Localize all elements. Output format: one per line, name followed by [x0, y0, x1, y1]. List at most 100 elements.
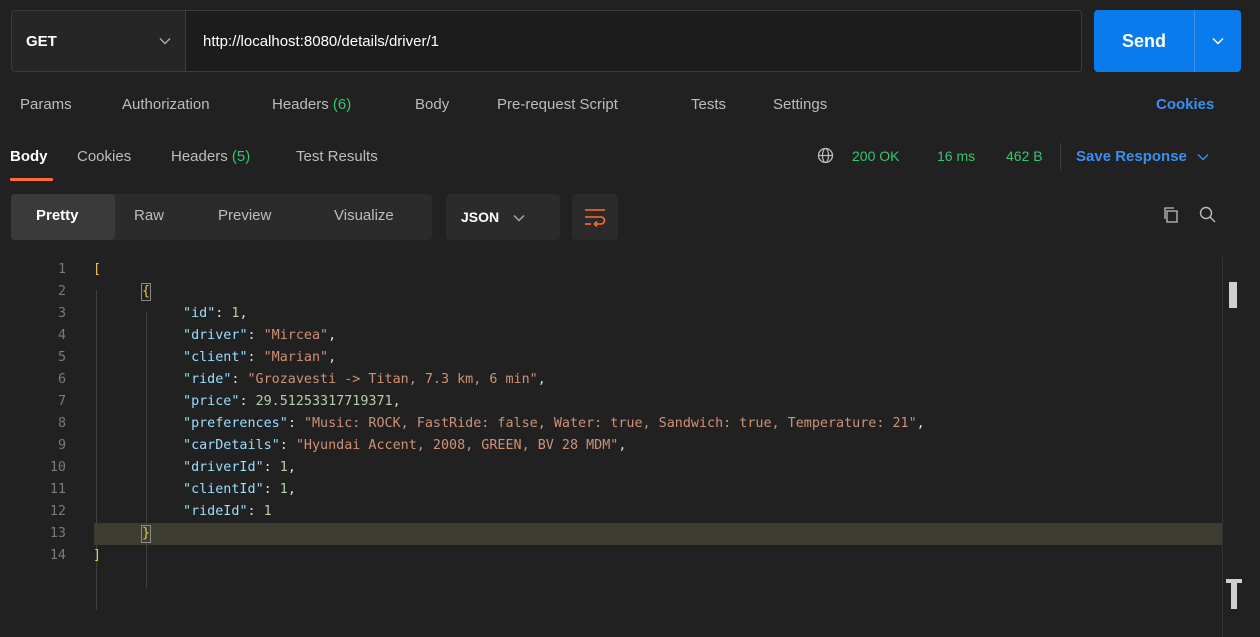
json-key: preferences — [191, 416, 280, 431]
tab-settings[interactable]: Settings — [773, 96, 827, 113]
response-body-editor[interactable]: 1[2{3 "id": 1, 4 "driver": "Mircea", 5 "clien… — [0, 257, 1260, 637]
tab-authorization[interactable]: Authorization — [122, 96, 210, 113]
line-number: 7 — [57, 394, 66, 409]
line-number: 8 — [57, 416, 66, 431]
text-cursor-icon — [1226, 579, 1242, 609]
json-value: "Mircea" — [263, 328, 329, 343]
line-number: 10 — [49, 460, 66, 475]
json-separator: , — [392, 394, 401, 409]
json-key: driverId — [191, 460, 256, 475]
code-text: [ — [93, 262, 102, 277]
line-number: 14 — [49, 548, 66, 563]
json-quote: " — [183, 438, 192, 453]
code-line: 3 "id": 1, — [0, 303, 1222, 325]
code-text: "driver": "Mircea", — [183, 325, 336, 347]
line-number: 13 — [49, 526, 66, 541]
wrap-lines-icon — [572, 209, 618, 243]
line-number: 6 — [57, 372, 66, 387]
search-icon[interactable] — [1197, 204, 1219, 226]
code-line: 4 "driver": "Mircea", — [0, 325, 1222, 347]
tab-body[interactable]: Body — [415, 96, 449, 113]
json-colon: : — [247, 328, 264, 343]
json-separator: , — [239, 306, 248, 321]
tab-prerequest-script[interactable]: Pre-request Script — [497, 96, 618, 113]
save-response-button[interactable]: Save Response — [1076, 148, 1209, 165]
tab-headers-label: Headers — [272, 96, 329, 113]
language-select[interactable]: JSON — [446, 194, 560, 240]
response-headers-count: (5) — [231, 148, 251, 165]
code-text: } — [140, 525, 152, 543]
format-visualize[interactable]: Visualize — [334, 207, 394, 224]
json-key: price — [191, 394, 232, 409]
json-key: id — [191, 306, 208, 321]
copy-icon[interactable] — [1160, 204, 1182, 226]
json-quote: " — [255, 482, 264, 497]
tab-headers[interactable]: Headers (6) — [272, 96, 351, 113]
json-quote: " — [183, 328, 192, 343]
tab-params[interactable]: Params — [20, 96, 72, 113]
url-input[interactable]: http://localhost:8080/details/driver/1 — [186, 11, 1081, 71]
line-number: 5 — [57, 350, 66, 365]
scrollbar-thumb[interactable] — [1229, 282, 1237, 308]
response-tab-cookies[interactable]: Cookies — [77, 148, 131, 165]
line-number: 12 — [49, 504, 66, 519]
json-quote: " — [183, 416, 192, 431]
chevron-down-icon — [159, 34, 171, 48]
json-value: 1 — [263, 504, 272, 519]
line-number: 2 — [57, 284, 66, 299]
json-quote: " — [183, 460, 192, 475]
send-button[interactable]: Send — [1094, 10, 1241, 72]
json-value: "Music: ROCK, FastRide: false, Water: tr… — [303, 416, 917, 431]
save-response-label: Save Response — [1076, 148, 1187, 165]
json-colon: : — [215, 306, 232, 321]
line-number: 1 — [57, 262, 66, 277]
response-tab-body[interactable]: Body — [10, 148, 48, 165]
code-text: "id": 1, — [183, 303, 248, 325]
code-text: "client": "Marian", — [183, 347, 336, 369]
code-text: { — [140, 283, 152, 301]
json-value: 1 — [279, 482, 288, 497]
json-value: 1 — [279, 460, 288, 475]
json-quote: " — [239, 504, 248, 519]
response-time[interactable]: 16 ms — [937, 148, 975, 164]
format-preview[interactable]: Preview — [218, 207, 271, 224]
code-text: "driverId": 1, — [183, 457, 296, 479]
status-code[interactable]: 200 OK — [852, 148, 899, 164]
json-separator: , — [916, 416, 925, 431]
response-size[interactable]: 462 B — [1006, 148, 1043, 164]
json-value: 29.51253317719371 — [255, 394, 393, 409]
response-tab-test-results[interactable]: Test Results — [296, 148, 378, 165]
tab-tests[interactable]: Tests — [691, 96, 726, 113]
response-tab-headers[interactable]: Headers (5) — [171, 148, 250, 165]
code-line: 1[ — [0, 259, 1222, 281]
json-quote: " — [271, 438, 280, 453]
code-line: 11 "clientId": 1, — [0, 479, 1222, 501]
url-box: GET http://localhost:8080/details/driver… — [11, 10, 1082, 72]
json-quote: " — [183, 504, 192, 519]
json-colon: : — [263, 482, 280, 497]
wrap-lines-button[interactable] — [572, 194, 618, 240]
json-quote: " — [183, 394, 192, 409]
code-line: 9 "carDetails": "Hyundai Accent, 2008, GR… — [0, 435, 1222, 457]
json-colon: : — [287, 416, 304, 431]
code-text: "preferences": "Music: ROCK, FastRide: f… — [183, 413, 925, 435]
json-separator: , — [328, 328, 337, 343]
format-pretty[interactable]: Pretty — [36, 207, 79, 224]
json-value: "Marian" — [263, 350, 329, 365]
globe-icon[interactable] — [817, 147, 834, 164]
method-select[interactable]: GET — [12, 11, 186, 71]
json-key: rideId — [191, 504, 240, 519]
code-line: 8 "preferences": "Music: ROCK, FastRide: … — [0, 413, 1222, 435]
chevron-down-icon[interactable] — [1195, 34, 1241, 48]
json-colon: : — [247, 504, 264, 519]
json-key: clientId — [191, 482, 256, 497]
response-tab-headers-label: Headers — [171, 148, 228, 165]
json-separator: , — [287, 460, 296, 475]
json-key: client — [191, 350, 240, 365]
json-quote: " — [183, 482, 192, 497]
format-raw[interactable]: Raw — [134, 207, 164, 224]
json-colon: : — [263, 460, 280, 475]
json-separator: , — [618, 438, 627, 453]
code-line: 10 "driverId": 1, — [0, 457, 1222, 479]
cookies-link[interactable]: Cookies — [1156, 96, 1214, 113]
